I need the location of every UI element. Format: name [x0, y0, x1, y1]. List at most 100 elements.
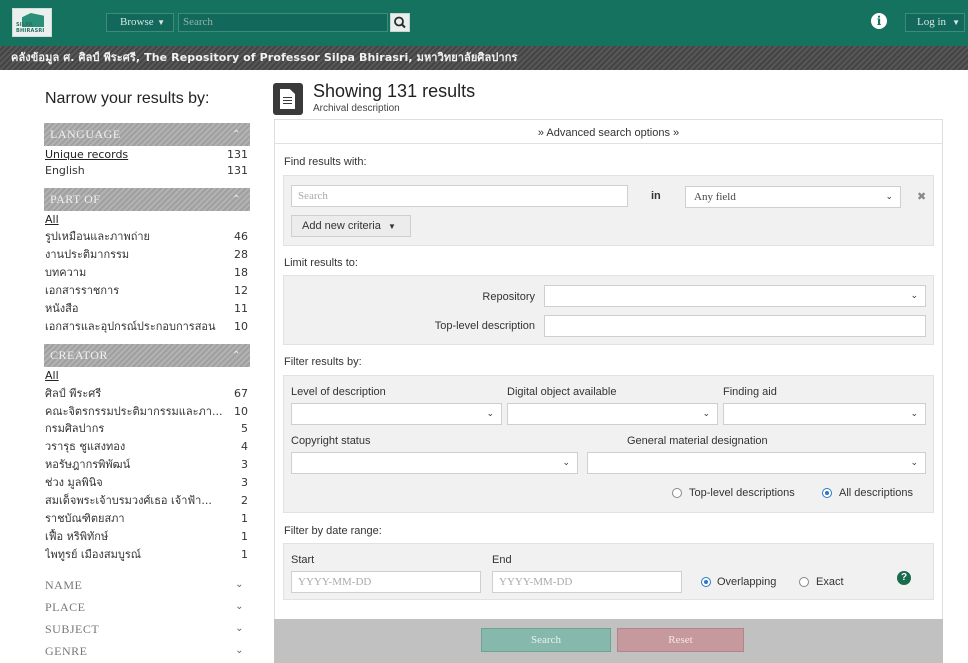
facet-item[interactable]: เฟื้อ หริพิทักษ์ 1 [45, 529, 250, 545]
chevron-down-icon: ⌄ [235, 601, 244, 612]
facet-item[interactable]: วรารุธ ชูแสงทอง 4 [45, 439, 250, 455]
in-label: in [651, 190, 661, 202]
radio-exact[interactable] [799, 577, 809, 587]
radio-all-descriptions[interactable] [822, 488, 832, 498]
facet-item-count: 18 [234, 266, 248, 279]
facet-item[interactable]: เอกสารและอุปกรณ์ประกอบการสอน 10 [45, 319, 250, 335]
facet-item[interactable]: หนังสือ 11 [45, 301, 250, 317]
top-navigation-bar: SILPA BHIRASRI Browse ▼ Search i Log in … [0, 0, 968, 46]
sidebar-title: Narrow your results by: [45, 90, 210, 107]
facet-item-unique-records[interactable]: Unique records 131 [45, 147, 250, 163]
facet-item-english[interactable]: English 131 [45, 163, 250, 179]
facet-item[interactable]: หอรัษฎากรพิพัฒน์ 3 [45, 457, 250, 473]
repository-select[interactable]: ⌄ [544, 285, 926, 307]
toplevel-description-label: Top-level description [434, 320, 535, 332]
copyright-status-select[interactable]: ⌄ [291, 452, 578, 474]
facet-item-label: วรารุธ ชูแสงทอง [45, 440, 126, 453]
facet-item[interactable]: ศิลป์ พีระศรี 67 [45, 386, 250, 402]
facet-item[interactable]: รูปเหมือนและภาพถ่าย 46 [45, 229, 250, 245]
criteria-search-input[interactable]: Search [291, 185, 628, 207]
facet-header-genre[interactable]: GENRE ⌄ [45, 641, 250, 661]
add-criteria-button[interactable]: Add new criteria ▼ [291, 215, 411, 237]
repository-banner[interactable]: คลังข้อมูล ศ. ศิลป์ พีระศรี, The Reposit… [0, 46, 968, 70]
document-line [283, 103, 292, 104]
search-icon [394, 16, 406, 29]
facet-item-all[interactable]: All [45, 212, 250, 228]
facet-item-all[interactable]: All [45, 368, 250, 384]
global-search-input[interactable]: Search [178, 13, 388, 32]
double-chevron-down-icon: » [673, 127, 680, 139]
facet-header-label: SUBJECT [45, 622, 100, 636]
radio-toplevel-descriptions[interactable] [672, 488, 682, 498]
caret-down-icon: ▼ [157, 18, 165, 27]
advanced-toggle-label: Advanced search options [546, 127, 670, 139]
browse-menu-button[interactable]: Browse ▼ [106, 13, 174, 32]
chevron-up-icon: ⌃ [232, 194, 241, 205]
radio-overlapping[interactable] [701, 577, 711, 587]
results-subtitle: Archival description [313, 103, 400, 114]
digital-object-label: Digital object available [507, 386, 617, 398]
caret-down-icon: ▼ [952, 18, 960, 27]
chevron-up-icon: ⌃ [232, 129, 241, 140]
facet-header-language[interactable]: LANGUAGE ⌃ [44, 123, 250, 146]
chevron-up-icon: ⌃ [232, 350, 241, 361]
login-button[interactable]: Log in ▼ [905, 13, 965, 32]
add-criteria-label: Add new criteria [302, 220, 381, 232]
toplevel-description-input[interactable] [544, 315, 926, 337]
finding-aid-select[interactable]: ⌄ [723, 403, 926, 425]
facet-item-label: เอกสารและอุปกรณ์ประกอบการสอน [45, 320, 216, 333]
facet-header-place[interactable]: PLACE ⌄ [45, 597, 250, 617]
double-chevron-down-icon: » [537, 127, 544, 139]
facet-header-label: PART OF [50, 192, 101, 206]
facet-item-count: 11 [234, 302, 248, 315]
facet-header-subject[interactable]: SUBJECT ⌄ [45, 619, 250, 639]
chevron-down-icon: ⌄ [235, 579, 244, 590]
material-designation-select[interactable]: ⌄ [587, 452, 926, 474]
facet-item[interactable]: บทความ 18 [45, 265, 250, 281]
facet-header-label: PLACE [45, 600, 86, 614]
search-submit-button[interactable] [390, 13, 410, 32]
advanced-search-toggle[interactable]: » Advanced search options » [274, 122, 943, 144]
radio-exact-label: Exact [816, 576, 844, 588]
facet-item[interactable]: เอกสารราชการ 12 [45, 283, 250, 299]
chevron-down-icon: ⌄ [235, 623, 244, 634]
facet-item[interactable]: งานประติมากรรม 28 [45, 247, 250, 263]
facet-item-count: 1 [241, 512, 248, 525]
level-of-description-select[interactable]: ⌄ [291, 403, 502, 425]
logo-text: SILPA BHIRASRI [16, 22, 45, 34]
remove-criteria-icon[interactable]: ✖ [917, 190, 926, 203]
reset-button[interactable]: Reset [617, 628, 744, 652]
facet-item-label: งานประติมากรรม [45, 248, 130, 261]
field-select[interactable]: Any field ⌄ [685, 186, 901, 208]
help-icon[interactable]: ? [897, 571, 911, 585]
facet-item-count: 67 [234, 387, 248, 400]
info-icon[interactable]: i [871, 13, 887, 29]
facet-item-label: All [45, 213, 59, 226]
facet-item[interactable]: ไพทูรย์ เมืองสมบูรณ์ 1 [45, 547, 250, 563]
document-sheet-icon [280, 89, 295, 109]
radio-toplevel-label: Top-level descriptions [689, 487, 795, 499]
facet-item-count: 12 [234, 284, 248, 297]
digital-object-select[interactable]: ⌄ [507, 403, 718, 425]
facet-item-count: 10 [234, 405, 248, 418]
chevron-down-icon: ⌄ [562, 458, 570, 468]
facet-item-count: 1 [241, 530, 248, 543]
chevron-down-icon: ⌄ [486, 409, 494, 419]
facet-header-name[interactable]: NAME ⌄ [45, 575, 250, 595]
facet-item[interactable]: ช่วง มูลพินิจ 3 [45, 475, 250, 491]
facet-item-count: 3 [241, 458, 248, 471]
search-button[interactable]: Search [481, 628, 611, 652]
copyright-status-label: Copyright status [291, 435, 371, 447]
start-date-input[interactable]: YYYY-MM-DD [291, 571, 481, 593]
facet-item[interactable]: ราชบัณฑิตยสภา 1 [45, 511, 250, 527]
facet-header-creator[interactable]: CREATOR ⌃ [44, 344, 250, 367]
facet-item[interactable]: สมเด็จพระเจ้าบรมวงศ์เธอ เจ้าฟ้า... 2 [45, 493, 250, 509]
material-designation-label: General material designation [627, 435, 768, 447]
facet-header-part-of[interactable]: PART OF ⌃ [44, 188, 250, 211]
facet-item[interactable]: กรมศิลปากร 5 [45, 421, 250, 437]
facet-header-label: CREATOR [50, 348, 108, 362]
site-logo[interactable]: SILPA BHIRASRI [12, 8, 52, 37]
facet-item-count: 46 [234, 230, 248, 243]
facet-item[interactable]: คณะจิตรกรรมประติมากรรมและภา... 10 [45, 404, 250, 420]
end-date-input[interactable]: YYYY-MM-DD [492, 571, 682, 593]
